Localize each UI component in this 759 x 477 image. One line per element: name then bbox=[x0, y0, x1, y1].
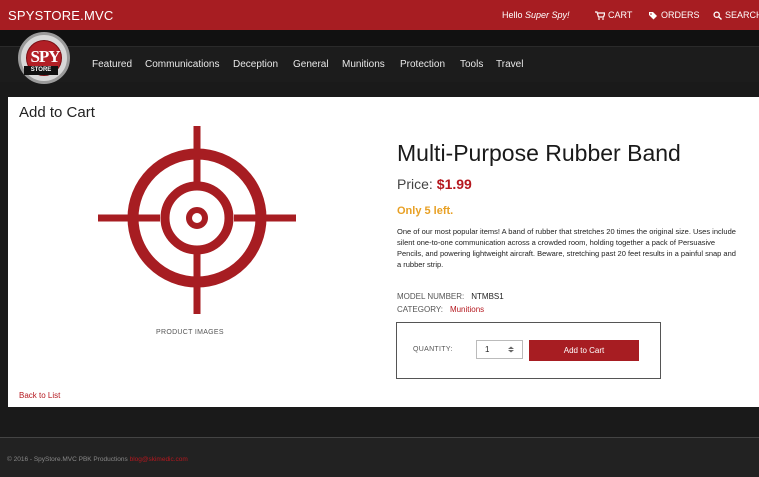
price-value: $1.99 bbox=[436, 176, 472, 192]
nav-item-protection[interactable]: Protection bbox=[400, 59, 445, 70]
nav-item-munitions[interactable]: Munitions bbox=[342, 59, 385, 70]
crosshair-target-icon bbox=[98, 126, 296, 314]
nav-item-deception[interactable]: Deception bbox=[233, 59, 278, 70]
greeting-prefix: Hello bbox=[502, 10, 526, 20]
orders-link[interactable]: ORDERS bbox=[648, 10, 700, 20]
orders-label: ORDERS bbox=[661, 10, 700, 20]
quantity-label: QUANTITY: bbox=[413, 346, 453, 353]
model-number-label: MODEL NUMBER: bbox=[397, 292, 465, 301]
model-number-value: NTMBS1 bbox=[471, 292, 504, 301]
spy-store-logo[interactable]: SPY bbox=[18, 32, 70, 84]
search-link[interactable]: SEARCH bbox=[713, 10, 759, 20]
nav-item-communications[interactable]: Communications bbox=[145, 59, 219, 70]
greeting-name: Super Spy! bbox=[525, 10, 570, 20]
search-icon bbox=[713, 10, 722, 20]
quantity-value: 1 bbox=[485, 345, 490, 354]
logo-spy-text: SPY bbox=[30, 47, 60, 66]
category-row: CATEGORY: Munitions bbox=[397, 305, 484, 314]
footer-copyright: © 2016 - SpyStore.MVC PBK Productions bbox=[7, 456, 128, 463]
cart-icon bbox=[595, 10, 605, 20]
header-strip bbox=[0, 30, 759, 46]
nav-item-general[interactable]: General bbox=[293, 59, 329, 70]
price-label: Price: bbox=[397, 176, 433, 192]
nav-item-travel[interactable]: Travel bbox=[496, 59, 523, 70]
add-to-cart-panel: QUANTITY: 1 Add to Cart bbox=[396, 322, 661, 379]
add-to-cart-button[interactable]: Add to Cart bbox=[529, 340, 639, 361]
stock-status: Only 5 left. bbox=[397, 205, 454, 217]
spinner-icon[interactable] bbox=[507, 346, 515, 353]
logo-store-text: STORE bbox=[24, 66, 58, 75]
top-bar: SPYSTORE.MVC Hello Super Spy! CART ORDER… bbox=[0, 0, 759, 30]
price-row: Price: $1.99 bbox=[397, 176, 472, 192]
quantity-stepper[interactable]: 1 bbox=[476, 340, 523, 359]
product-images-label: PRODUCT IMAGES bbox=[156, 329, 224, 336]
nav-item-tools[interactable]: Tools bbox=[460, 59, 483, 70]
model-number-row: MODEL NUMBER: NTMBS1 bbox=[397, 292, 504, 301]
main-content: Add to Cart PRODUCT IMAGES Back to List … bbox=[8, 97, 759, 407]
footer-email-link[interactable]: blog@skimedic.com bbox=[130, 456, 188, 463]
product-description: One of our most popular items! A band of… bbox=[397, 227, 736, 269]
footer-text: © 2016 - SpyStore.MVC PBK Productions bl… bbox=[7, 456, 188, 463]
category-label: CATEGORY: bbox=[397, 305, 443, 314]
user-greeting: Hello Super Spy! bbox=[502, 10, 570, 20]
cart-link[interactable]: CART bbox=[595, 10, 632, 20]
page-title: Add to Cart bbox=[19, 104, 95, 121]
brand-title[interactable]: SPYSTORE.MVC bbox=[8, 8, 113, 23]
search-label: SEARCH bbox=[725, 10, 759, 20]
back-to-list-link[interactable]: Back to List bbox=[19, 391, 60, 400]
cart-label: CART bbox=[608, 10, 633, 20]
category-link[interactable]: Munitions bbox=[450, 305, 484, 314]
nav-item-featured[interactable]: Featured bbox=[92, 59, 132, 70]
tag-icon bbox=[649, 11, 657, 19]
footer-separator bbox=[0, 407, 759, 437]
footer: © 2016 - SpyStore.MVC PBK Productions bl… bbox=[0, 437, 759, 477]
category-nav: Featured Communications Deception Genera… bbox=[0, 46, 759, 82]
product-name: Multi-Purpose Rubber Band bbox=[397, 140, 681, 166]
